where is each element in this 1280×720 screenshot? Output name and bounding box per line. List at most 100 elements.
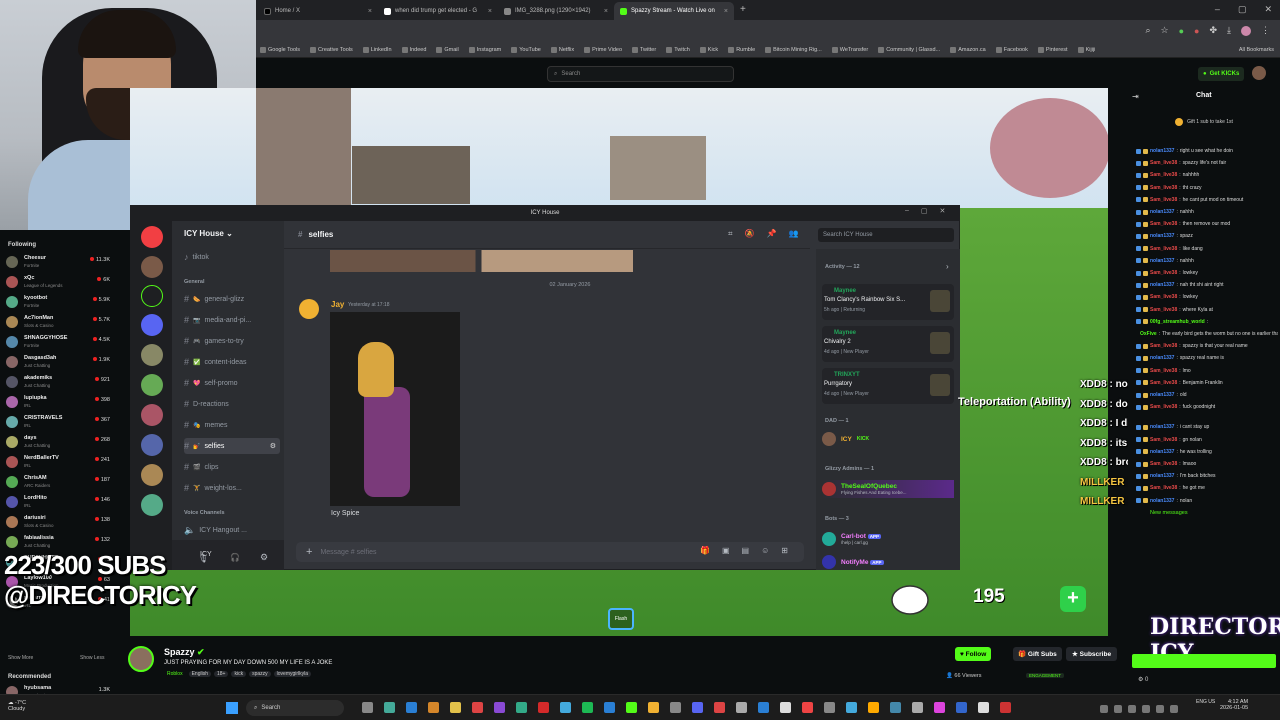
bookmark-item[interactable]: YouTube: [511, 46, 541, 53]
close-tab-icon[interactable]: ×: [368, 8, 372, 15]
chat-message[interactable]: Sam_live38: Benjamin Franklin: [1136, 378, 1278, 388]
apps-icon[interactable]: ⊞: [781, 546, 788, 555]
bookmark-item[interactable]: Kick: [699, 46, 718, 53]
taskbar-app-icon[interactable]: [670, 702, 681, 713]
chat-username[interactable]: nolan1337: [1150, 392, 1174, 398]
windows-start-button[interactable]: [226, 702, 238, 714]
chat-username[interactable]: nolan1337: [1150, 498, 1174, 504]
taskbar-app-icon[interactable]: [450, 702, 461, 713]
activity-card[interactable]: Maynee Chivalry 2 4d ago | New Player: [822, 326, 954, 362]
chat-username[interactable]: Sam_live38: [1150, 343, 1177, 349]
chat-username[interactable]: nolan1337: [1150, 473, 1174, 479]
followed-channel[interactable]: NerdBallerTV IRL 241: [6, 454, 110, 474]
chat-message[interactable]: nolan1337: i cant stay up: [1136, 422, 1278, 432]
channel-item[interactable]: # 📷 media-and-pi...: [184, 312, 280, 328]
mute-bell-icon[interactable]: 🔕: [745, 229, 755, 239]
chat-username[interactable]: Sam_live38: [1150, 437, 1177, 443]
followed-channel[interactable]: dariusiri Slots & Casino 138: [6, 514, 110, 534]
followed-channel[interactable]: CRISTRAVELS IRL 367: [6, 414, 110, 434]
chat-message[interactable]: Sam_live38: fuck goodnight: [1136, 402, 1278, 412]
chat-message[interactable]: nolan1337: nahhh: [1136, 207, 1278, 217]
taskbar-app-icon[interactable]: [428, 702, 439, 713]
taskbar-app-icon[interactable]: [692, 702, 703, 713]
add-coins-button[interactable]: +: [1060, 586, 1086, 612]
chat-username[interactable]: Sam_live38: [1150, 461, 1177, 467]
chat-message[interactable]: 00fg_streamhub_world:: [1136, 317, 1278, 327]
channel-item[interactable]: # 🎭 memes: [184, 417, 280, 433]
maximize-icon[interactable]: ▢: [1238, 4, 1247, 15]
taskbar-app-icon[interactable]: [362, 702, 373, 713]
taskbar-app-icon[interactable]: [868, 702, 879, 713]
bookmark-item[interactable]: Community | Glassd...: [878, 46, 940, 53]
chat-message[interactable]: Sam_live38: where Kyla at: [1136, 305, 1278, 315]
taskbar-app-icon[interactable]: [956, 702, 967, 713]
taskbar-app-icon[interactable]: [648, 702, 659, 713]
chat-username[interactable]: nolan1337: [1150, 282, 1174, 288]
bookmark-item[interactable]: Prime Video: [584, 46, 622, 53]
tag[interactable]: spazzy: [249, 671, 271, 677]
chat-username[interactable]: Sam_live38: [1150, 160, 1177, 166]
taskbar-app-icon[interactable]: [560, 702, 571, 713]
taskbar-app-icon[interactable]: [384, 702, 395, 713]
tag[interactable]: English: [188, 671, 211, 677]
chat-message[interactable]: Sam_live38: nahhhh: [1136, 170, 1278, 180]
chat-username[interactable]: Sam_live38: [1150, 380, 1177, 386]
channel-selected[interactable]: # 💅 selfies ⚙: [184, 438, 280, 454]
close-tab-icon[interactable]: ×: [724, 8, 728, 15]
channel-tiktok[interactable]: ♪ tiktok: [184, 249, 280, 265]
chat-message[interactable]: Sam_live38: then remove our mod: [1136, 219, 1278, 229]
browser-tab-active[interactable]: Spazzy Stream - Watch Live on ×: [614, 2, 734, 20]
taskbar-app-icon[interactable]: [538, 702, 549, 713]
threads-icon[interactable]: ⌗: [728, 229, 733, 239]
chat-username[interactable]: Sam_live38: [1150, 185, 1177, 191]
server-icon[interactable]: [141, 404, 163, 426]
search-icon[interactable]: ⌕: [1145, 25, 1150, 36]
taskbar-app-icon[interactable]: [626, 702, 637, 713]
member-bot[interactable]: Carl-bot APP/help | carl.gg: [822, 530, 954, 548]
member-admin[interactable]: TheSealOfQuebec Flying Fishes And Eating …: [822, 480, 954, 498]
followed-channel[interactable]: lupiupka IRL 398: [6, 394, 110, 414]
chat-username[interactable]: Sam_live38: [1150, 404, 1177, 410]
chat-message[interactable]: nolan1337: spazz: [1136, 231, 1278, 241]
chat-message[interactable]: nolan1337: nolan: [1136, 496, 1278, 506]
tray-icon[interactable]: [1170, 705, 1178, 713]
followed-channel[interactable]: Dasgasd3ah Just Chatting 1.9K: [6, 354, 110, 374]
settings-gear-icon[interactable]: ⚙: [260, 552, 268, 563]
followed-channel[interactable]: LordHito IRL 146: [6, 494, 110, 514]
followed-channel[interactable]: kyootbot Fortnite 5.9K: [6, 294, 110, 314]
taskbar-app-icon[interactable]: [824, 702, 835, 713]
image-attachment[interactable]: [330, 312, 460, 506]
channel-item[interactable]: # 🎮 games-to-try: [184, 333, 280, 349]
close-tab-icon[interactable]: ×: [604, 8, 608, 15]
taskbar-app-icon[interactable]: [758, 702, 769, 713]
chat-message[interactable]: nolan1337: I'm back bitches: [1136, 471, 1278, 481]
server-icon[interactable]: [141, 226, 163, 248]
new-tab-button[interactable]: +: [740, 4, 746, 15]
category-voice[interactable]: Voice Channels: [184, 510, 225, 516]
taskbar-app-icon[interactable]: [912, 702, 923, 713]
close-icon[interactable]: ✕: [1264, 4, 1272, 15]
taskbar-app-icon[interactable]: [604, 702, 615, 713]
tag[interactable]: kick: [231, 671, 247, 677]
close-tab-icon[interactable]: ×: [488, 8, 492, 15]
members-icon[interactable]: 👥: [788, 229, 798, 239]
flash-ability-slot[interactable]: Flash: [608, 608, 634, 630]
taskbar-app-icon[interactable]: [802, 702, 813, 713]
chevron-right-icon[interactable]: ›: [946, 262, 949, 271]
followed-channel[interactable]: ChrisAM ARC Raiders 187: [6, 474, 110, 494]
menu-icon[interactable]: ⋮: [1261, 25, 1270, 36]
subscribe-button[interactable]: ★ Subscribe: [1066, 647, 1118, 661]
activity-card[interactable]: Maynee Tom Clancy's Rainbow Six S... 5h ag…: [822, 284, 954, 320]
followed-channel[interactable]: xQc League of Legends 6K: [6, 274, 110, 294]
new-messages-divider[interactable]: New messages: [1150, 510, 1188, 516]
chat-username[interactable]: Sam_live38: [1150, 294, 1177, 300]
bookmark-item[interactable]: Twitch: [666, 46, 690, 53]
chat-message[interactable]: nolan1337: he was trolling: [1136, 447, 1278, 457]
bookmark-item[interactable]: Kijiji: [1077, 46, 1095, 53]
taskbar-app-icon[interactable]: [890, 702, 901, 713]
star-icon[interactable]: ☆: [1161, 25, 1169, 36]
bookmark-item[interactable]: Pinterest: [1037, 46, 1068, 53]
chat-message[interactable]: nolan1337: old: [1136, 390, 1278, 400]
all-bookmarks-button[interactable]: All Bookmarks: [1239, 47, 1280, 53]
server-icon[interactable]: [141, 464, 163, 486]
